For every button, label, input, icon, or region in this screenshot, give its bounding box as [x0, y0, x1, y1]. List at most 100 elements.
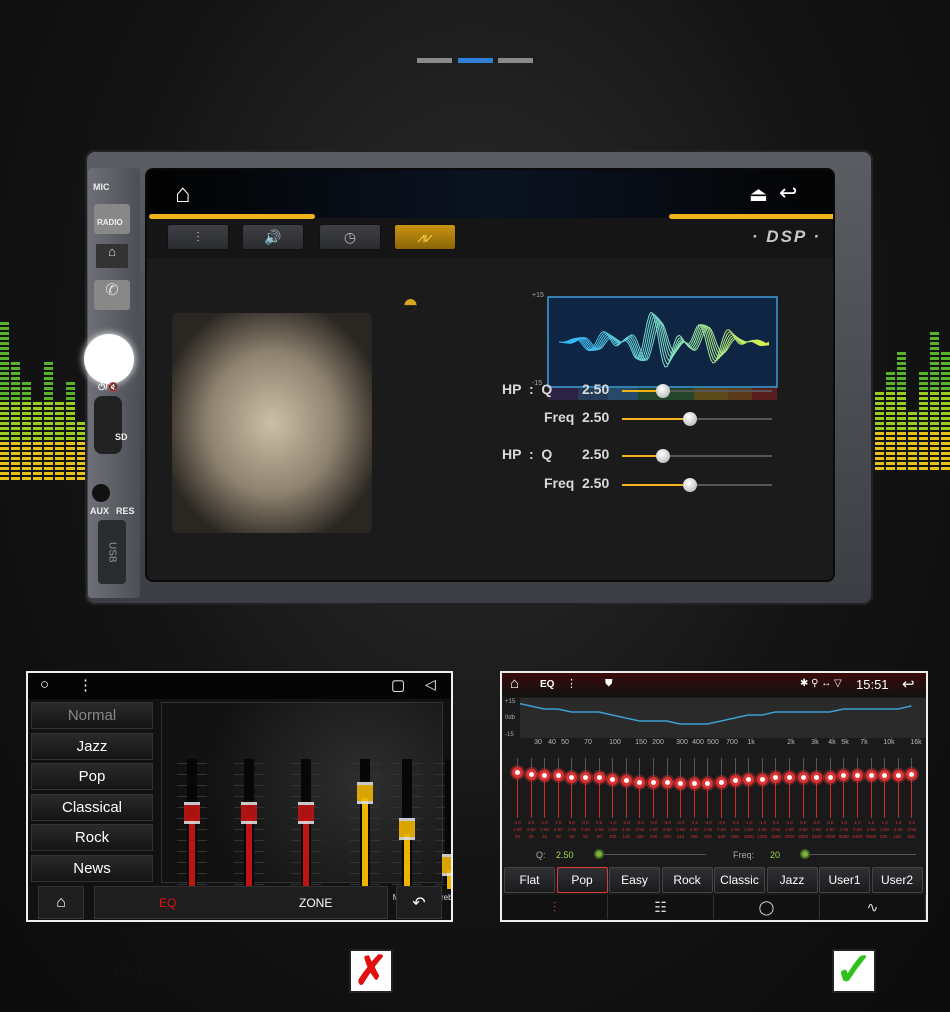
band-knob[interactable]: [593, 772, 605, 783]
preset-pop[interactable]: Pop: [556, 867, 608, 893]
band-knob[interactable]: [797, 772, 809, 783]
band-knob[interactable]: [852, 770, 863, 782]
band-slider-middle[interactable]: [241, 759, 257, 889]
band-knob[interactable]: [648, 776, 659, 788]
nav-waveform-icon[interactable]: ∿: [820, 895, 926, 919]
preset-rock[interactable]: Rock: [661, 867, 713, 893]
preset-pop[interactable]: Pop: [31, 763, 153, 790]
page-indicator-3[interactable]: [498, 58, 533, 63]
aux-jack[interactable]: [92, 484, 110, 502]
dsp-slider[interactable]: [622, 412, 772, 426]
tab-dsp[interactable]: ⩘⩗: [394, 224, 456, 250]
preset-rock[interactable]: Rock: [31, 824, 153, 851]
recents-icon[interactable]: ▢: [391, 676, 405, 694]
band-knob[interactable]: [702, 778, 714, 790]
freq-slider[interactable]: [800, 849, 916, 859]
band-knob[interactable]: [620, 775, 632, 787]
band-handle[interactable]: [399, 818, 415, 841]
dsp-slider[interactable]: [622, 449, 772, 463]
sd-slot[interactable]: [94, 396, 122, 454]
page-indicator-1[interactable]: [417, 58, 452, 63]
band-knob[interactable]: [906, 768, 918, 780]
band-knob[interactable]: [838, 770, 850, 782]
freq-slider-knob[interactable]: [800, 849, 810, 859]
band-knob[interactable]: [756, 773, 768, 785]
speaker-icon[interactable]: ◓: [402, 288, 419, 320]
band-knob[interactable]: [811, 772, 823, 783]
tab-volume[interactable]: 🔊: [242, 224, 304, 250]
band-handle[interactable]: [298, 801, 314, 824]
preset-jazz[interactable]: Jazz: [766, 867, 818, 893]
preset-easy[interactable]: Easy: [609, 867, 660, 893]
band-knob[interactable]: [566, 772, 578, 783]
band-handle[interactable]: [357, 782, 373, 804]
band-knob[interactable]: [784, 772, 795, 783]
nav-bars-icon[interactable]: ☷: [608, 895, 714, 919]
eject-icon[interactable]: ⏏: [749, 182, 768, 207]
band-slider-bass[interactable]: [184, 759, 200, 889]
preset-classical[interactable]: Classical: [31, 793, 153, 821]
page-indicator-2[interactable]: [458, 58, 493, 63]
home-icon[interactable]: ⌂: [510, 675, 519, 692]
eq-tab[interactable]: EQ: [159, 896, 176, 910]
home-hard-button[interactable]: ⌂: [96, 244, 128, 268]
slider-knob[interactable]: [682, 478, 697, 492]
band-knob[interactable]: [743, 773, 755, 785]
q-slider-knob[interactable]: [594, 849, 604, 859]
preset-jazz[interactable]: Jazz: [31, 732, 153, 760]
menu-dots-icon[interactable]: ⋮: [566, 677, 577, 690]
band-slider-treblef[interactable]: [442, 759, 451, 889]
home-icon[interactable]: ⌂: [175, 178, 191, 209]
band-handle[interactable]: [442, 853, 451, 876]
band-slider-bassf[interactable]: [357, 759, 373, 889]
slider-knob[interactable]: [655, 449, 670, 463]
back-triangle-icon[interactable]: ◁: [425, 676, 436, 693]
preset-news[interactable]: News: [31, 854, 153, 882]
menu-dots-icon[interactable]: ⋮: [78, 676, 93, 694]
band-handle[interactable]: [184, 801, 200, 824]
band-knob[interactable]: [539, 770, 551, 782]
band-knob[interactable]: [607, 773, 619, 785]
preset-user2[interactable]: User2: [871, 867, 923, 893]
back-button[interactable]: ↶: [396, 886, 442, 919]
slider-knob[interactable]: [682, 412, 697, 426]
band-handle[interactable]: [241, 801, 257, 824]
preset-normal[interactable]: Normal: [31, 702, 153, 729]
dsp-slider[interactable]: [622, 478, 772, 492]
q-slider[interactable]: [594, 849, 706, 859]
band-knob[interactable]: [824, 772, 836, 783]
band-knob[interactable]: [552, 770, 564, 782]
band-knob[interactable]: [634, 776, 646, 788]
back-icon[interactable]: ↩: [902, 675, 915, 693]
band-knob[interactable]: [770, 772, 782, 783]
dsp-slider[interactable]: [622, 384, 772, 398]
circle-home-icon[interactable]: ○: [40, 676, 49, 693]
radio-button[interactable]: RADIO: [94, 204, 130, 234]
preset-classic[interactable]: Classic: [714, 867, 765, 893]
band-knob[interactable]: [716, 776, 727, 788]
usb-port[interactable]: USB: [98, 520, 126, 584]
band-slider-middlef[interactable]: [399, 759, 415, 889]
preset-flat[interactable]: Flat: [504, 867, 555, 893]
band-knob[interactable]: [892, 770, 904, 782]
band-knob[interactable]: [525, 768, 537, 780]
volume-knob[interactable]: [84, 334, 134, 384]
nav-equalizer-icon[interactable]: ⫶: [502, 895, 608, 919]
tab-clock[interactable]: ◷: [319, 224, 381, 250]
band-knob[interactable]: [675, 778, 687, 790]
zone-tab[interactable]: ZONE: [299, 896, 332, 910]
nav-circle-icon[interactable]: ◯: [714, 895, 820, 919]
band-knob[interactable]: [879, 770, 891, 782]
back-icon[interactable]: ↩: [779, 180, 797, 206]
tab-equalizer[interactable]: ⫶: [167, 224, 229, 250]
band-knob[interactable]: [729, 775, 741, 787]
preset-user1[interactable]: User1: [819, 867, 870, 893]
band-knob[interactable]: [688, 778, 700, 790]
home-button[interactable]: ⌂: [38, 886, 84, 919]
band-knob[interactable]: [865, 770, 877, 782]
phone-button[interactable]: ✆: [94, 280, 130, 310]
band-knob[interactable]: [512, 767, 523, 779]
slider-knob[interactable]: [655, 384, 670, 398]
band-slider-treble[interactable]: [298, 759, 314, 889]
band-knob[interactable]: [580, 772, 591, 783]
